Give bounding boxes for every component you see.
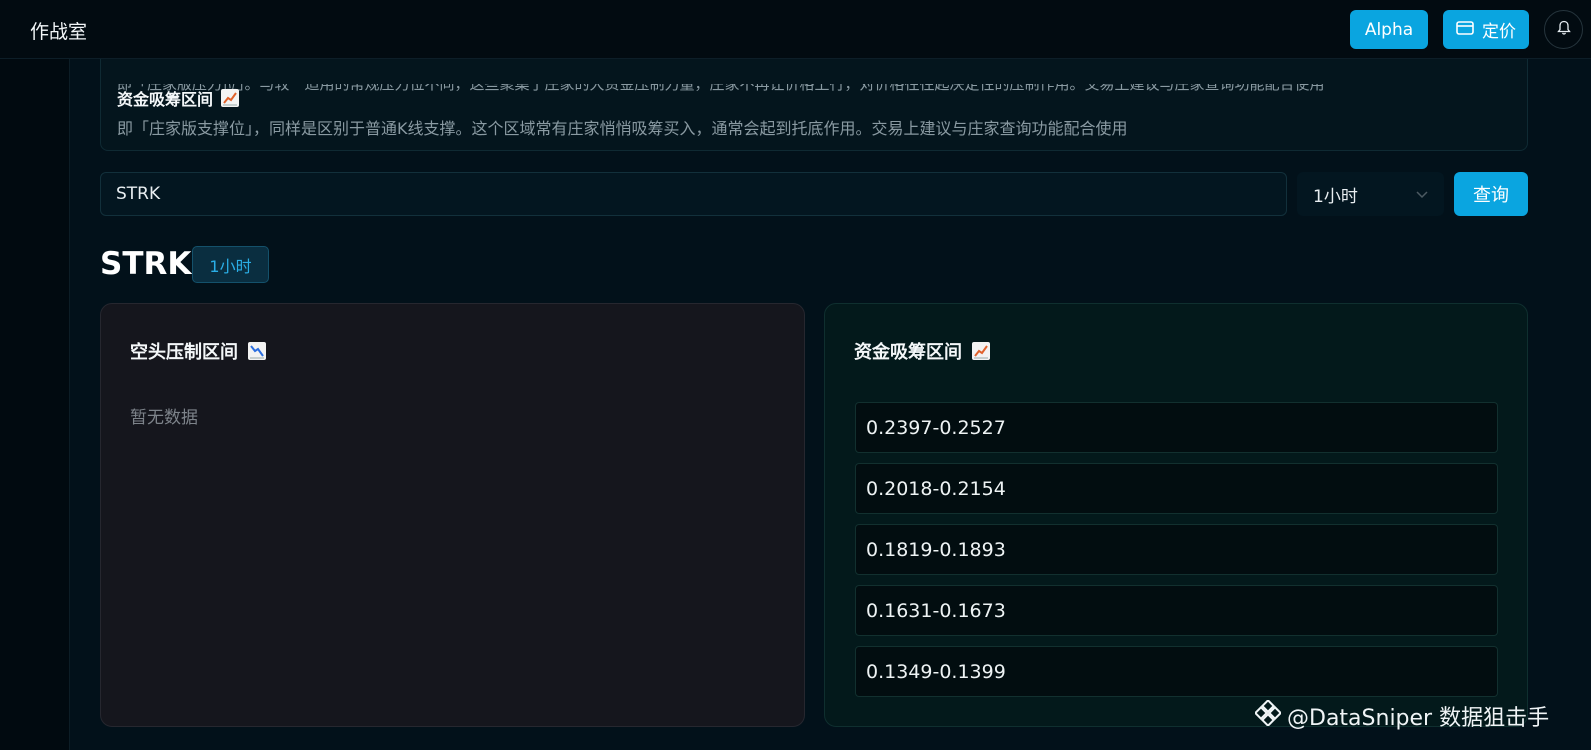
chevron-down-icon — [1416, 184, 1428, 204]
accumulation-panel-title: 资金吸筹区间 — [854, 338, 990, 364]
range-list: 0.2397-0.2527 0.2018-0.2154 0.1819-0.189… — [855, 402, 1498, 707]
chart-increasing-icon — [221, 89, 240, 107]
interval-select-value: 1小时 — [1313, 186, 1358, 207]
pricing-button[interactable]: 定价 — [1443, 10, 1529, 49]
info-title-text: 资金吸筹区间 — [117, 90, 214, 109]
chart-increasing-icon — [972, 342, 990, 360]
range-item: 0.2397-0.2527 — [855, 402, 1498, 453]
watermark-logo — [1253, 698, 1283, 732]
info-partial-text: 即「庄家版压力位」。与较一适用的常规压力位不同，这些聚集了庄家的大资金压制力量，… — [117, 75, 1325, 93]
range-item: 0.1631-0.1673 — [855, 585, 1498, 636]
info-title: 资金吸筹区间 — [117, 86, 240, 110]
top-bar: 作战室 Alpha 定价 — [0, 0, 1591, 59]
short-pressure-panel: 空头压制区间 暂无数据 — [100, 303, 805, 727]
query-button[interactable]: 查询 — [1454, 172, 1528, 216]
accumulation-panel-title-text: 资金吸筹区间 — [854, 342, 962, 363]
interval-badge: 1小时 — [192, 246, 269, 283]
symbol-search-input[interactable] — [100, 172, 1287, 216]
result-symbol: STRK — [100, 246, 192, 282]
watermark: @DataSniper 数据狙击手 — [1253, 698, 1550, 732]
short-panel-title: 空头压制区间 — [130, 338, 266, 364]
sidebar — [0, 59, 70, 750]
short-panel-title-text: 空头压制区间 — [130, 342, 238, 363]
info-description: 即「庄家版支撑位」，同样是区别于普通K线支撑。这个区域常有庄家悄悄吸筹买入，通常… — [117, 119, 1128, 138]
bell-icon — [1556, 20, 1571, 39]
app-title: 作战室 — [30, 21, 88, 43]
interval-select[interactable]: 1小时 — [1297, 172, 1444, 216]
card-icon — [1456, 20, 1474, 40]
pricing-label: 定价 — [1482, 22, 1516, 42]
info-card: 即「庄家版压力位」。与较一适用的常规压力位不同，这些聚集了庄家的大资金压制力量，… — [100, 59, 1528, 151]
accumulation-panel: 资金吸筹区间 0.2397-0.2527 0.2018-0.2154 0.181… — [824, 303, 1528, 727]
watermark-text: @DataSniper 数据狙击手 — [1287, 706, 1550, 731]
range-item: 0.1349-0.1399 — [855, 646, 1498, 697]
empty-state-text: 暂无数据 — [130, 408, 198, 428]
alpha-button[interactable]: Alpha — [1350, 10, 1428, 49]
notification-button[interactable] — [1544, 10, 1583, 49]
main-content: 即「庄家版压力位」。与较一适用的常规压力位不同，这些聚集了庄家的大资金压制力量，… — [70, 59, 1591, 750]
range-item: 0.2018-0.2154 — [855, 463, 1498, 514]
chart-decreasing-icon — [248, 342, 266, 360]
range-item: 0.1819-0.1893 — [855, 524, 1498, 575]
